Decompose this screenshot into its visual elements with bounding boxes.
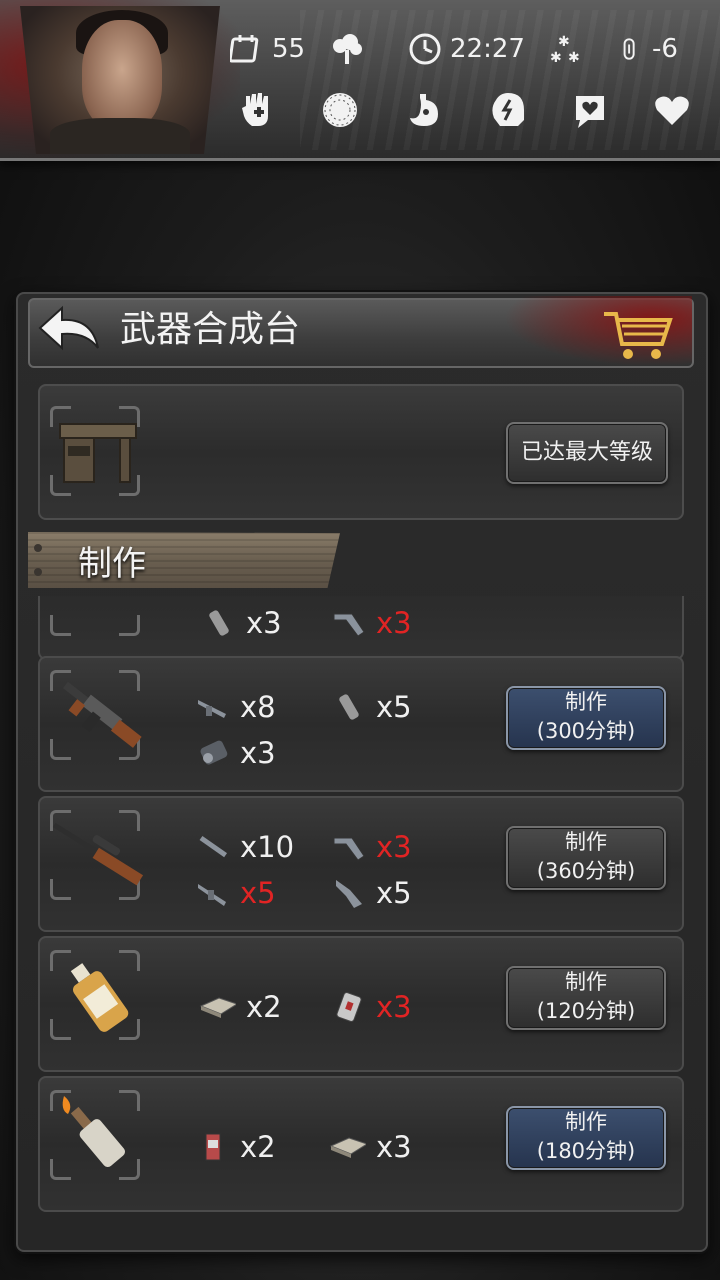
- material-1: x2: [196, 990, 282, 1024]
- material-qty: x2: [240, 1130, 276, 1164]
- snowflake-icon: ✱ ✱ ✱: [550, 34, 580, 66]
- portrait-body: [50, 118, 190, 154]
- calendar-icon: [230, 35, 259, 63]
- material-4: x5: [332, 876, 412, 910]
- rifle-part-icon: [198, 700, 226, 718]
- craft-label: 制作: [565, 690, 607, 714]
- character-portrait[interactable]: [20, 6, 220, 154]
- gear-part-icon: [200, 740, 228, 765]
- time-value: 22:27: [450, 34, 525, 64]
- max-level-button[interactable]: 已达最大等级: [506, 422, 668, 484]
- craft-label: 制作: [565, 830, 607, 854]
- barrel-icon: [199, 835, 228, 858]
- material-qty: x5: [376, 876, 412, 910]
- material-1: x8: [196, 690, 276, 724]
- recipe-list[interactable]: x3 x3 x8 x5 x3 制作 (300分钟) x10 x3 x5 x5 制…: [38, 596, 684, 1216]
- material-1: x10: [196, 830, 294, 864]
- recipe-row[interactable]: x2 x3 制作 (120分钟): [38, 936, 684, 1072]
- section-banner: [28, 532, 340, 588]
- cloth-icon: [329, 1137, 366, 1158]
- weapon-part-icon: [333, 613, 365, 637]
- weapon-part-icon: [333, 837, 365, 861]
- material-2: x5: [332, 690, 412, 724]
- svg-text:✱: ✱: [550, 50, 562, 66]
- recipe-row[interactable]: x2 x3 制作 (180分钟): [38, 1076, 684, 1212]
- craft-label: 制作: [565, 970, 607, 994]
- hunting-rifle-icon: [52, 822, 144, 886]
- health-hand-icon[interactable]: [238, 90, 278, 130]
- material-qty: x3: [376, 830, 412, 864]
- section-label: 制作: [78, 544, 146, 584]
- clock-icon: [409, 33, 441, 65]
- stock-icon: [336, 880, 362, 908]
- days-value: 55: [272, 34, 306, 64]
- cloud-tree-icon: [333, 34, 362, 64]
- tommy-gun-icon: [62, 681, 142, 748]
- ammo-icon: [209, 610, 229, 636]
- rifle-part-icon: [198, 884, 226, 906]
- snow-stat: ✱ ✱ ✱: [548, 32, 590, 66]
- material-1: x3: [202, 606, 282, 640]
- recipe-row[interactable]: x10 x3 x5 x5 制作 (360分钟): [38, 796, 684, 932]
- material-2: x3: [332, 606, 412, 640]
- craft-button[interactable]: 制作 (360分钟): [506, 826, 666, 890]
- mental-head-icon[interactable]: [488, 90, 528, 130]
- molotov-icon: [62, 1096, 126, 1168]
- material-2: x3: [332, 990, 412, 1024]
- material-qty: x3: [240, 736, 276, 770]
- material-qty: x10: [240, 830, 295, 864]
- craft-button[interactable]: 制作 (120分钟): [506, 966, 666, 1030]
- mood-bubble-icon[interactable]: [570, 90, 610, 130]
- svg-text:✱: ✱: [568, 50, 580, 66]
- material-qty: x2: [246, 990, 282, 1024]
- time-stat: 22:27: [408, 32, 525, 66]
- workbench-icon: [59, 423, 137, 483]
- shopping-cart-icon[interactable]: [600, 304, 676, 362]
- material-qty: x8: [240, 690, 276, 724]
- craft-button[interactable]: 制作 (300分钟): [506, 686, 666, 750]
- cloth-icon: [199, 997, 236, 1018]
- material-2: x3: [332, 830, 412, 864]
- material-qty: x5: [376, 690, 412, 724]
- material-1: x2: [196, 1130, 276, 1164]
- material-qty: x3: [376, 1130, 412, 1164]
- craft-label: 制作: [565, 1110, 607, 1134]
- recipe-row[interactable]: x3 x3: [38, 596, 684, 660]
- thermometer-icon: [623, 38, 635, 60]
- recipe-row[interactable]: x8 x5 x3 制作 (300分钟): [38, 656, 684, 792]
- craft-duration: (360分钟): [536, 859, 636, 883]
- craft-duration: (300分钟): [536, 719, 636, 743]
- back-arrow-icon[interactable]: [36, 302, 106, 362]
- material-qty: x3: [246, 606, 282, 640]
- ammo-icon: [339, 694, 359, 720]
- heart-icon[interactable]: [652, 90, 692, 130]
- material-3: x3: [196, 736, 276, 770]
- svg-text:✱: ✱: [558, 34, 570, 50]
- material-3: x5: [196, 876, 276, 910]
- craft-button[interactable]: 制作 (180分钟): [506, 1106, 666, 1170]
- item-slot: [50, 596, 140, 636]
- weather-stat: [330, 32, 372, 66]
- craft-duration: (180分钟): [536, 1139, 636, 1163]
- material-2: x3: [326, 1130, 412, 1164]
- page-title: 武器合成台: [120, 309, 301, 350]
- temperature-stat: -6: [622, 32, 678, 66]
- days-stat: 55: [230, 32, 305, 66]
- material-qty: x3: [376, 990, 412, 1024]
- material-qty: x5: [240, 876, 276, 910]
- portrait-face: [82, 20, 162, 130]
- bottle-icon: [70, 963, 129, 1032]
- temperature-value: -6: [652, 34, 678, 64]
- flask-icon: [336, 992, 362, 1022]
- stomach-icon[interactable]: [404, 90, 444, 130]
- virus-icon[interactable]: [320, 90, 360, 130]
- can-icon: [205, 1133, 221, 1161]
- material-qty: x3: [376, 606, 412, 640]
- status-bar: [0, 0, 720, 161]
- craft-duration: (120分钟): [536, 999, 636, 1023]
